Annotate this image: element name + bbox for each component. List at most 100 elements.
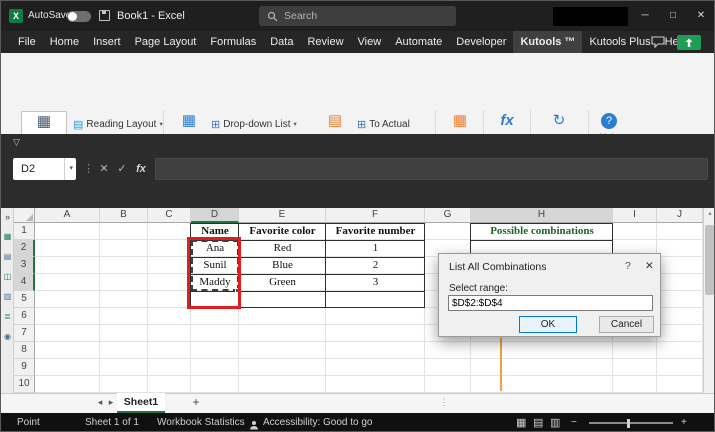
close-button[interactable]: ✕ xyxy=(687,1,715,31)
dialog-close-icon[interactable]: ✕ xyxy=(645,260,654,272)
settings-pane-icon[interactable]: ◉ xyxy=(1,332,14,342)
formula-bar-dots-icon: ⋮ xyxy=(83,158,93,180)
to-actual-button[interactable]: ⊞ To Actual xyxy=(357,115,410,133)
row-header-7[interactable]: 7 xyxy=(14,325,35,342)
cell-E3[interactable]: Blue xyxy=(239,257,326,274)
sheet-tab-sheet1[interactable]: Sheet1 xyxy=(117,393,165,413)
scroll-up-icon[interactable]: ▴ xyxy=(704,209,715,217)
zoom-slider[interactable] xyxy=(589,422,673,424)
worksheet-pane-icon[interactable]: ▤ xyxy=(1,252,14,262)
cell-E1[interactable]: Favorite color xyxy=(239,223,326,240)
maximize-button[interactable]: □ xyxy=(659,1,687,31)
workbook-statistics-button[interactable]: Workbook Statistics xyxy=(157,413,245,432)
gridline xyxy=(147,223,148,393)
column-header-A[interactable]: A xyxy=(35,208,100,223)
page-layout-view-icon[interactable]: ▤ xyxy=(533,413,543,432)
vertical-scrollbar-thumb[interactable] xyxy=(705,225,714,295)
cell-F3[interactable]: 2 xyxy=(326,257,425,274)
minimize-button[interactable]: ─ xyxy=(631,1,659,31)
dialog-help-icon[interactable]: ? xyxy=(625,260,631,272)
tab-home[interactable]: Home xyxy=(43,31,86,53)
name-box-arrow-icon[interactable]: ▾ xyxy=(64,158,73,180)
tab-data[interactable]: Data xyxy=(263,31,300,53)
tab-view[interactable]: View xyxy=(351,31,389,53)
share-button[interactable] xyxy=(677,35,701,50)
cancel-entry-icon[interactable]: ✕ xyxy=(96,158,112,180)
pane-expand-icon[interactable]: » xyxy=(1,212,14,222)
row-header-8[interactable]: 8 xyxy=(14,342,35,359)
excel-app-icon[interactable]: X xyxy=(9,9,23,23)
columns-pane-icon[interactable]: ◫ xyxy=(1,272,14,282)
row-header-4[interactable]: 4 xyxy=(14,274,35,291)
reading-layout-button[interactable]: ▤ Reading Layout ▾ xyxy=(73,115,163,133)
tab-insert[interactable]: Insert xyxy=(86,31,128,53)
cell-E4[interactable]: Green xyxy=(239,274,326,291)
column-header-E[interactable]: E xyxy=(239,208,326,223)
cell-F1[interactable]: Favorite number xyxy=(326,223,425,240)
add-sheet-button[interactable]: + xyxy=(189,393,203,413)
tab-developer[interactable]: Developer xyxy=(449,31,513,53)
column-header-C[interactable]: C xyxy=(148,208,191,223)
column-header-D[interactable]: D xyxy=(191,208,239,223)
select-range-input[interactable] xyxy=(448,295,653,311)
row-header-6[interactable]: 6 xyxy=(14,308,35,325)
workbook-pane-icon[interactable]: ▦ xyxy=(1,232,14,242)
row-header-5[interactable]: 5 xyxy=(14,291,35,308)
tab-review[interactable]: Review xyxy=(300,31,350,53)
list-pane-icon[interactable]: ≣ xyxy=(1,312,14,322)
cell-F4[interactable]: 3 xyxy=(326,274,425,291)
column-header-G[interactable]: G xyxy=(425,208,471,223)
insert-function-icon[interactable]: fx xyxy=(132,158,150,180)
ribbon-tab-row: File Home Insert Page Layout Formulas Da… xyxy=(1,31,715,53)
annotation-red-box xyxy=(187,237,241,309)
row-header-3[interactable]: 3 xyxy=(14,257,35,274)
dropdown-list-button[interactable]: ⊞ Drop-down List ▾ xyxy=(211,115,297,133)
cell-F2[interactable]: 1 xyxy=(326,240,425,257)
autosave-toggle[interactable] xyxy=(67,11,91,22)
row-header-1[interactable]: 1 xyxy=(14,223,35,240)
redacted-account-name xyxy=(553,7,628,26)
search-icon xyxy=(267,11,278,22)
sheet-prev-icon[interactable]: ◂ xyxy=(95,393,105,413)
sheet-next-icon[interactable]: ▸ xyxy=(106,393,116,413)
column-header-H[interactable]: H xyxy=(471,208,613,223)
search-box[interactable]: Search xyxy=(259,6,456,26)
page-break-view-icon[interactable]: ▥ xyxy=(550,413,560,432)
save-icon[interactable] xyxy=(99,10,110,21)
save-icon-notch xyxy=(102,11,106,14)
quick-access-chevron-icon[interactable]: ▽ xyxy=(13,137,20,148)
names-pane-icon[interactable]: ▥ xyxy=(1,292,14,302)
status-bar: Point Sheet 1 of 1 Workbook Statistics A… xyxy=(1,413,715,432)
tab-scrollbar-splitter[interactable]: ⋮ xyxy=(439,393,449,413)
accessibility-status[interactable]: Accessibility: Good to go xyxy=(263,413,373,432)
tab-automate[interactable]: Automate xyxy=(388,31,449,53)
column-header-F[interactable]: F xyxy=(326,208,425,223)
column-header-B[interactable]: B xyxy=(100,208,148,223)
cancel-button[interactable]: Cancel xyxy=(599,316,654,333)
cell-H1[interactable]: Possible combinations xyxy=(471,223,613,240)
tab-page-layout[interactable]: Page Layout xyxy=(128,31,204,53)
normal-view-icon[interactable]: ▦ xyxy=(516,413,526,432)
comments-icon[interactable] xyxy=(651,36,665,54)
zoom-out-button[interactable]: − xyxy=(571,413,577,432)
cell-E2[interactable]: Red xyxy=(239,240,326,257)
formula-input[interactable] xyxy=(155,158,708,180)
row-header-10[interactable]: 10 xyxy=(14,376,35,393)
column-header-J[interactable]: J xyxy=(657,208,703,223)
select-all-triangle xyxy=(26,214,33,221)
tab-file[interactable]: File xyxy=(11,31,43,53)
name-box[interactable]: D2 ▾ xyxy=(13,158,76,180)
tab-kutools-plus[interactable]: Kutools Plus xyxy=(582,31,657,53)
zoom-in-button[interactable]: + xyxy=(681,413,687,432)
ok-button[interactable]: OK xyxy=(519,316,577,333)
column-header-I[interactable]: I xyxy=(613,208,657,223)
tab-kutools[interactable]: Kutools ™ xyxy=(513,31,582,53)
row-header-9[interactable]: 9 xyxy=(14,359,35,376)
navigation-icon: ▦ xyxy=(37,112,51,134)
zoom-slider-thumb[interactable] xyxy=(627,419,630,428)
select-all-corner[interactable] xyxy=(14,208,35,223)
table-border xyxy=(470,240,613,241)
tab-formulas[interactable]: Formulas xyxy=(203,31,263,53)
row-header-2[interactable]: 2 xyxy=(14,240,35,257)
enter-entry-icon[interactable]: ✓ xyxy=(114,158,130,180)
